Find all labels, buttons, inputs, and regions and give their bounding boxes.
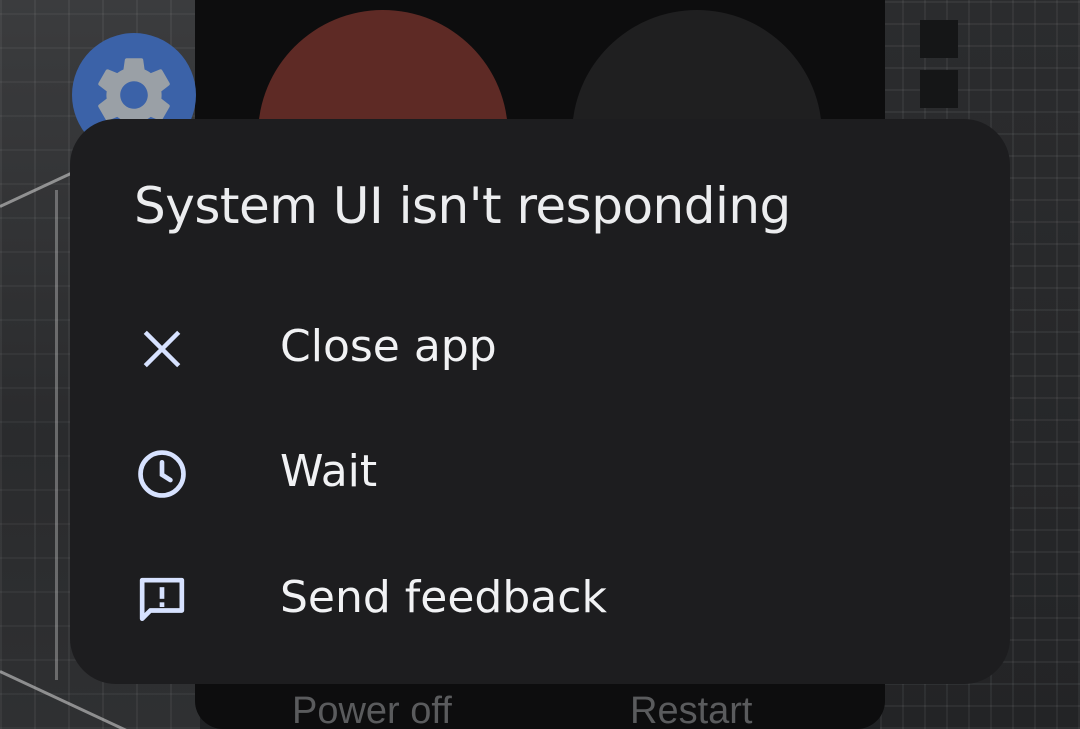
feedback-icon <box>134 572 190 628</box>
app-not-responding-dialog: System UI isn't responding Close app Wai… <box>70 119 1010 684</box>
send-feedback-label: Send feedback <box>280 572 607 623</box>
close-icon <box>134 321 190 377</box>
wait-label: Wait <box>280 446 378 497</box>
wait-option[interactable]: Wait <box>70 418 1010 528</box>
send-feedback-option[interactable]: Send feedback <box>70 544 1010 654</box>
close-app-label: Close app <box>280 321 497 372</box>
dialog-title: System UI isn't responding <box>134 177 791 235</box>
clock-icon <box>134 446 190 502</box>
screen: Power off Restart System UI isn't respon… <box>0 0 1080 729</box>
close-app-option[interactable]: Close app <box>70 293 1010 403</box>
restart-label: Restart <box>630 690 753 729</box>
power-off-label: Power off <box>292 690 452 729</box>
